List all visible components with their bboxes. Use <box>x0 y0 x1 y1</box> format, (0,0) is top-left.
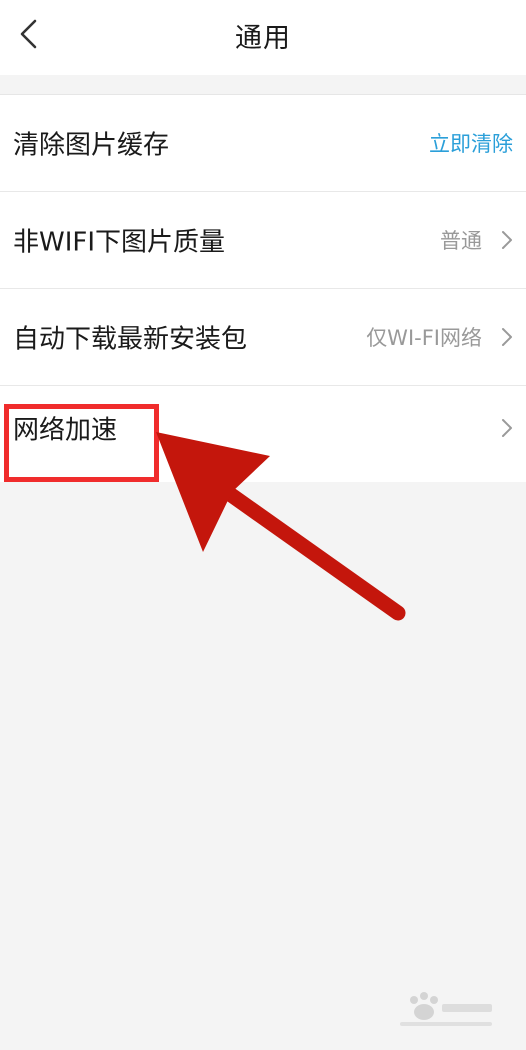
non-wifi-image-quality-label: 非WIFI下图片质量 <box>13 227 225 258</box>
chevron-right-icon <box>502 419 512 438</box>
auto-download-package-label: 自动下载最新安装包 <box>13 324 248 355</box>
settings-list: 清除图片缓存 立即清除 非WIFI下图片质量 普通 自动下载最新安装包 仅WI-… <box>0 95 526 482</box>
page-title: 通用 <box>235 23 291 54</box>
baidu-watermark-icon <box>400 992 492 1026</box>
chevron-right-icon <box>502 328 512 346</box>
auto-download-package-row[interactable]: 自动下载最新安装包 仅WI-FI网络 <box>0 289 526 386</box>
auto-download-package-value: 仅WI-FI网络 <box>366 326 482 350</box>
chevron-right-icon <box>502 231 512 249</box>
network-acceleration-row[interactable]: 网络加速 <box>0 386 526 482</box>
section-gap <box>0 75 526 95</box>
header-bar: 通用 <box>0 0 526 75</box>
clear-image-cache-row[interactable]: 清除图片缓存 立即清除 <box>0 95 526 192</box>
clear-image-cache-label: 清除图片缓存 <box>13 130 170 161</box>
clear-now-button[interactable]: 立即清除 <box>429 128 513 158</box>
non-wifi-image-quality-value: 普通 <box>440 229 482 253</box>
non-wifi-image-quality-row[interactable]: 非WIFI下图片质量 普通 <box>0 192 526 289</box>
network-acceleration-label: 网络加速 <box>13 415 118 446</box>
